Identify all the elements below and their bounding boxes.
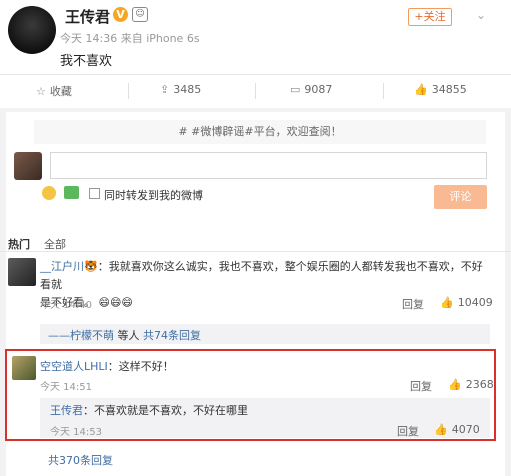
reply-time: 今天 14:53 — [50, 427, 102, 438]
comment-time: 今天 14:51 — [40, 382, 92, 393]
comment-like-count: 4070 — [451, 423, 480, 436]
follow-button[interactable]: +关注 — [408, 8, 452, 26]
repost-checkbox[interactable] — [89, 188, 100, 199]
comment-input[interactable] — [50, 152, 487, 179]
comment-button[interactable]: ▭ 9087 — [290, 83, 332, 96]
emoji-icon: 😄😄😄 — [98, 296, 133, 309]
comment-body: ：这样不好！ — [107, 360, 174, 373]
reply-button[interactable]: 回复 — [410, 378, 432, 394]
total-replies-link[interactable]: 共370条回复 — [48, 452, 113, 468]
repost-checkbox-label: 同时转发到我的微博 — [104, 189, 203, 202]
vip-icon: 🐯 — [84, 260, 98, 273]
commenter-avatar[interactable] — [12, 356, 36, 380]
verified-badge-icon: V — [113, 7, 128, 22]
post-text: 我不喜欢 — [60, 54, 113, 69]
thumbs-up-icon: 👍 — [414, 83, 428, 96]
comment-time: 今天 14:40 — [40, 300, 92, 311]
tab-all[interactable]: 全部 — [44, 236, 66, 252]
sub-reply-user[interactable]: ——柠檬不萌 — [48, 329, 114, 342]
comment-body: ：我就喜欢你这么诚实，我也不喜欢，整个娱乐圈的人都转发我也不喜欢，不好看就 — [40, 260, 483, 291]
divider — [383, 83, 384, 99]
like-button[interactable]: 👍 34855 — [414, 83, 467, 96]
submit-comment-button[interactable]: 评论 — [434, 185, 487, 209]
post-source: 来自 iPhone 6s — [120, 32, 200, 45]
divider — [128, 83, 129, 99]
post-meta: 今天 14:36 来自 iPhone 6s — [60, 30, 200, 46]
divider — [255, 83, 256, 99]
post-time[interactable]: 今天 14:36 — [60, 32, 117, 45]
comment-like-count: 10409 — [457, 296, 493, 309]
post-action-bar: ☆ 收藏 ⇪ 3485 ▭ 9087 👍 34855 — [0, 74, 511, 108]
chevron-down-icon[interactable]: ⌄ — [476, 9, 488, 21]
comment-like-button[interactable]: 👍 4070 — [434, 423, 480, 436]
comment-tabs: 热门 全部 — [0, 232, 511, 252]
thumbs-up-icon: 👍 — [440, 296, 454, 309]
total-replies-label: 共370条回复 — [48, 454, 113, 467]
repost-count: 3485 — [173, 83, 202, 96]
thumbs-up-icon: 👍 — [434, 423, 448, 436]
author-avatar[interactable] — [8, 6, 56, 54]
reply-body: ：不喜欢就是不喜欢，不好在哪里 — [83, 404, 248, 417]
star-icon: ☆ — [36, 85, 46, 98]
like-count: 34855 — [431, 83, 467, 96]
sub-reply-count-link[interactable]: 共74条回复 — [143, 329, 201, 342]
reply-text: 王传君：不喜欢就是不喜欢，不好在哪里 — [50, 402, 248, 418]
emoji-icon[interactable] — [42, 186, 56, 200]
commenter-name[interactable]: __江户川 — [40, 260, 84, 273]
tab-hot[interactable]: 热门 — [8, 236, 30, 252]
comment-text: 空空道人LHLI：这样不好！ — [40, 358, 174, 376]
comment-like-count: 2368 — [465, 378, 494, 391]
rumor-notice[interactable]: # #微博辟谣#平台，欢迎查阅！ — [34, 120, 486, 144]
favorite-label: 收藏 — [49, 85, 72, 98]
author-name[interactable]: 王传君 — [65, 6, 110, 27]
sub-reply-text: 等人 — [117, 329, 140, 342]
post-card: 王传君 V ☺ 今天 14:36 来自 iPhone 6s 我不喜欢 +关注 ⌄ — [0, 0, 511, 74]
repost-icon: ⇪ — [160, 83, 170, 96]
sub-reply-summary[interactable]: ——柠檬不萌 等人 共74条回复 — [40, 324, 490, 344]
member-rank-icon: ☺ — [132, 7, 148, 22]
comment-like-button[interactable]: 👍 2368 — [448, 378, 494, 391]
reply-button[interactable]: 回复 — [397, 423, 419, 439]
reply-author[interactable]: 王传君 — [50, 404, 83, 417]
reply-button[interactable]: 回复 — [402, 296, 424, 312]
image-icon[interactable] — [64, 186, 79, 199]
commenter-avatar[interactable] — [8, 258, 36, 286]
thumbs-up-icon: 👍 — [448, 378, 462, 391]
comment-like-button[interactable]: 👍 10409 — [440, 296, 493, 309]
favorite-button[interactable]: ☆ 收藏 — [36, 83, 72, 99]
repost-button[interactable]: ⇪ 3485 — [160, 83, 201, 96]
comment-count: 9087 — [304, 83, 333, 96]
commenter-name[interactable]: 空空道人LHLI — [40, 360, 108, 373]
reply-block: 王传君：不喜欢就是不喜欢，不好在哪里 今天 14:53 回复 👍 4070 — [40, 398, 490, 438]
comment-icon: ▭ — [290, 83, 301, 96]
current-user-avatar — [14, 152, 42, 180]
